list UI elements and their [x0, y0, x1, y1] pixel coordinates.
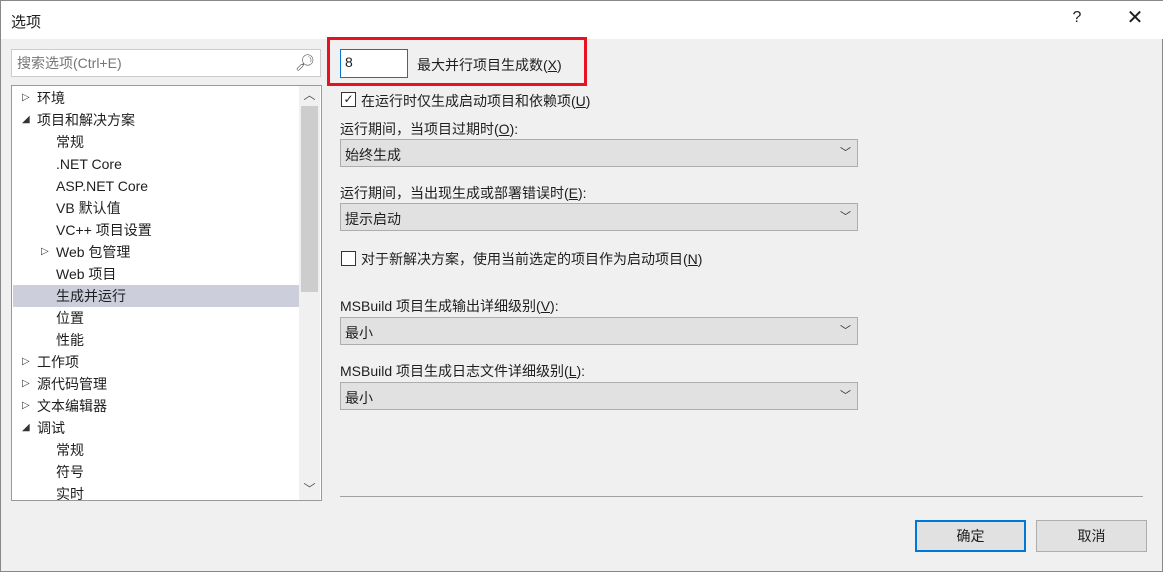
tree-item[interactable]: VC++ 项目设置 — [13, 219, 299, 241]
tree-item[interactable]: ▷ 工作项 — [13, 351, 299, 373]
tree-item-label: Web 项目 — [56, 266, 117, 282]
output-verbosity-label: MSBuild 项目生成输出详细级别(V): — [340, 298, 559, 314]
tree-item[interactable]: 实时 — [13, 483, 299, 501]
title-bar: 选项 ? ✕ — [1, 1, 1163, 39]
log-verbosity-select[interactable]: 最小 ﹀ — [340, 382, 858, 410]
errors-label: 运行期间，当出现生成或部署错误时(E): — [340, 185, 587, 201]
collapsed-arrow-icon[interactable]: ▷ — [22, 373, 34, 395]
expanded-arrow-icon[interactable]: ◢ — [22, 109, 34, 131]
scroll-down-icon[interactable]: ﹀ — [299, 480, 320, 498]
tree-item-label: 位置 — [56, 310, 84, 326]
tree-item-label: Web 包管理 — [56, 244, 131, 260]
tree-item[interactable]: 位置 — [13, 307, 299, 329]
outdated-select[interactable]: 始终生成 ﹀ — [340, 139, 858, 167]
search-input[interactable] — [12, 50, 292, 76]
cancel-button[interactable]: 取消 — [1036, 520, 1147, 552]
expanded-arrow-icon[interactable]: ◢ — [22, 417, 34, 439]
tree-item-label: 环境 — [37, 90, 65, 106]
tree-item-label: 源代码管理 — [37, 376, 107, 392]
tree-item[interactable]: ▷ 文本编辑器 — [13, 395, 299, 417]
tree-item[interactable]: 符号 — [13, 461, 299, 483]
divider — [340, 496, 1143, 497]
window-title: 选项 — [11, 14, 42, 31]
new-solution-label[interactable]: 对于新解决方案，使用当前选定的项目作为启动项目(N) — [361, 249, 702, 269]
tree-item[interactable]: VB 默认值 — [13, 197, 299, 219]
tree-item-label: 实时 — [56, 486, 84, 501]
chevron-down-icon: ﹀ — [840, 325, 851, 337]
chevron-down-icon: ﹀ — [840, 147, 851, 159]
new-solution-checkbox[interactable] — [341, 251, 356, 266]
search-icon[interactable]: 🔎︎ — [295, 53, 315, 73]
tree-item[interactable]: ▷ 环境 — [13, 87, 299, 109]
options-tree: ▷ 环境 ◢ 项目和解决方案 常规 .NET Core ASP.NET Core VB 默认值… — [11, 85, 322, 501]
tree-item-label: 性能 — [56, 332, 84, 348]
collapsed-arrow-icon[interactable]: ▷ — [41, 241, 53, 263]
outdated-label: 运行期间，当项目过期时(O): — [340, 121, 519, 137]
tree-item-label: .NET Core — [56, 156, 122, 172]
tree-item-label: 生成并运行 — [56, 288, 126, 304]
tree-item-label: 常规 — [56, 442, 84, 458]
max-parallel-label: 最大并行项目生成数(X) — [417, 57, 562, 73]
tree-item-label: 常规 — [56, 134, 84, 150]
search-box[interactable]: 🔎︎ — [11, 49, 321, 77]
tree-item[interactable]: ASP.NET Core — [13, 175, 299, 197]
chevron-down-icon: ﹀ — [840, 390, 851, 402]
errors-select[interactable]: 提示启动 ﹀ — [340, 203, 858, 231]
log-verbosity-label: MSBuild 项目生成日志文件详细级别(L): — [340, 363, 586, 379]
tree-item-label: 调试 — [37, 420, 65, 436]
tree-item[interactable]: .NET Core — [13, 153, 299, 175]
only-startup-checkbox[interactable]: ✓ — [341, 92, 356, 107]
chevron-down-icon: ﹀ — [840, 211, 851, 223]
tree-item-label: ASP.NET Core — [56, 178, 149, 194]
help-button[interactable]: ? — [1067, 9, 1087, 27]
tree-item-label: 项目和解决方案 — [37, 112, 135, 128]
collapsed-arrow-icon[interactable]: ▷ — [22, 87, 34, 109]
tree-item-label: 符号 — [56, 464, 84, 480]
output-verbosity-select[interactable]: 最小 ﹀ — [340, 317, 858, 345]
collapsed-arrow-icon[interactable]: ▷ — [22, 395, 34, 417]
ok-button[interactable]: 确定 — [915, 520, 1026, 552]
tree-item-label: VB 默认值 — [56, 200, 121, 216]
tree-item[interactable]: 生成并运行 — [13, 285, 299, 307]
collapsed-arrow-icon[interactable]: ▷ — [22, 351, 34, 373]
tree-item[interactable]: ▷ Web 包管理 — [13, 241, 299, 263]
scrollbar-thumb[interactable] — [301, 106, 318, 292]
tree-item[interactable]: 常规 — [13, 131, 299, 153]
tree-item-label: 工作项 — [37, 354, 79, 370]
tree-item[interactable]: ◢ 调试 — [13, 417, 299, 439]
tree-item[interactable]: ▷ 源代码管理 — [13, 373, 299, 395]
close-button[interactable]: ✕ — [1123, 5, 1147, 30]
scroll-up-icon[interactable]: ︿ — [299, 86, 320, 104]
tree-item-label: VC++ 项目设置 — [56, 222, 152, 238]
tree-item[interactable]: 性能 — [13, 329, 299, 351]
tree-item[interactable]: Web 项目 — [13, 263, 299, 285]
tree-item[interactable]: 常规 — [13, 439, 299, 461]
tree-item[interactable]: ◢ 项目和解决方案 — [13, 109, 299, 131]
max-parallel-input[interactable]: 8 — [340, 49, 408, 78]
tree-item-label: 文本编辑器 — [37, 398, 107, 414]
only-startup-label[interactable]: 在运行时仅生成启动项目和依赖项(U) — [361, 91, 590, 111]
tree-scrollbar[interactable]: ︿ ﹀ — [299, 86, 320, 500]
